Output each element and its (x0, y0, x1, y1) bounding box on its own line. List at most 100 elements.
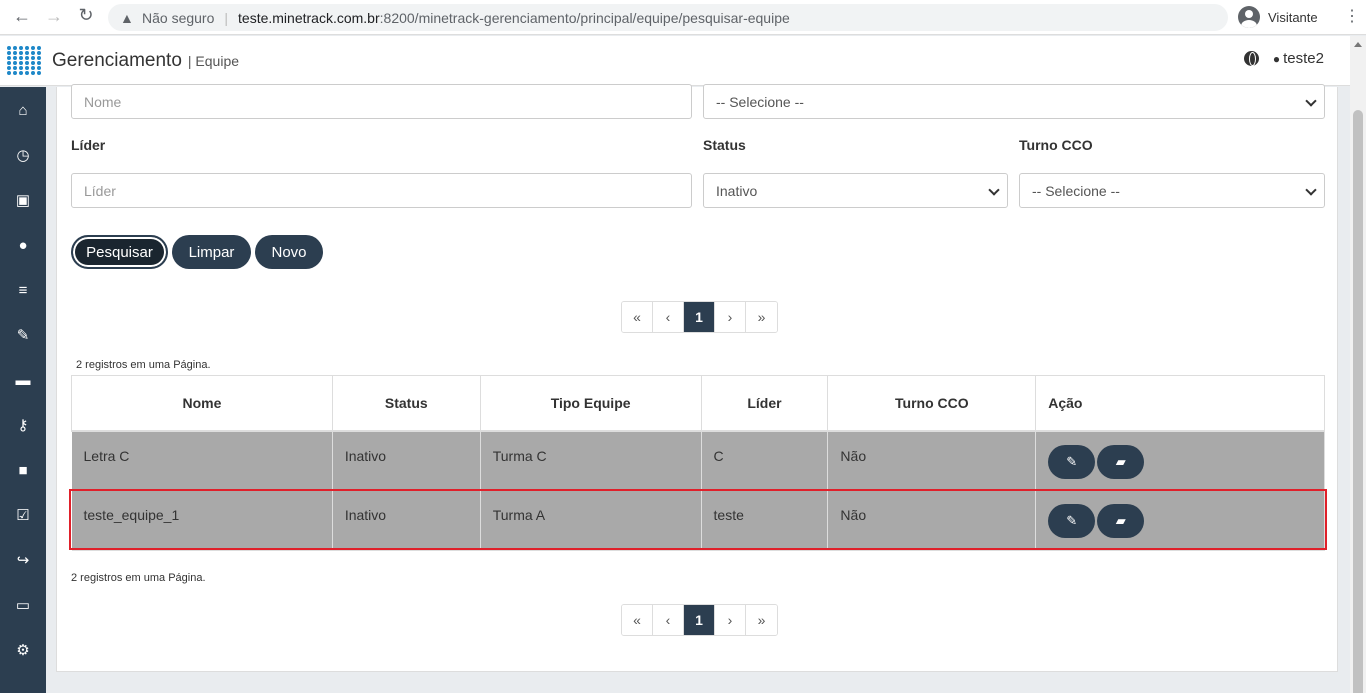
cell-turno: Não (827, 490, 1037, 551)
page-next[interactable]: › (715, 605, 746, 635)
sidebar-item-clock[interactable]: ◷ (0, 140, 46, 170)
cell-turno: Não (827, 430, 1037, 491)
turno-select[interactable]: -- Selecione -- (1019, 173, 1325, 208)
scroll-up-icon[interactable] (1354, 42, 1362, 47)
new-button[interactable]: Novo (255, 235, 323, 269)
address-bar[interactable]: ▲ Não seguro | teste.minetrack.com.br:82… (108, 4, 1228, 31)
user-icon: ● (1272, 51, 1281, 66)
page-subtitle: | Equipe (187, 52, 240, 69)
lock-icon: ■ (18, 461, 28, 479)
key-icon: ⚷ (17, 417, 29, 434)
menu-icon: ≡ (18, 281, 28, 299)
delete-button[interactable]: ▰ (1097, 504, 1145, 538)
edit-button[interactable]: ✎ (1048, 504, 1096, 538)
status-value: Inativo (716, 182, 758, 199)
pencil-icon: ✎ (1066, 453, 1078, 469)
page-prev[interactable]: ‹ (653, 302, 684, 332)
avatar-icon (1238, 6, 1260, 28)
url-path: :8200/minetrack-gerenciamento/principal/… (379, 9, 790, 26)
delete-button[interactable]: ▰ (1097, 444, 1145, 479)
page-title: Gerenciamento (52, 49, 182, 71)
profile-label: Visitante (1268, 9, 1318, 25)
security-status: Não seguro (142, 9, 215, 26)
pencil-icon: ✎ (1066, 513, 1078, 528)
cell-tipo: Turma C (480, 430, 702, 491)
profile-button[interactable]: Visitante (1238, 4, 1326, 30)
eraser-icon: ▰ (1115, 453, 1126, 469)
sidebar-item-settings[interactable]: ⚙ (0, 635, 46, 665)
page-scrollbar[interactable] (1350, 36, 1366, 693)
page-last[interactable]: » (746, 605, 777, 635)
forward-icon[interactable]: → (38, 6, 70, 27)
status-label: Status (703, 137, 746, 153)
sidebar-item-bus[interactable]: ▣ (0, 185, 46, 215)
turno-label: Turno CCO (1019, 137, 1093, 153)
tipo-equipe-select[interactable]: -- Selecione -- (703, 84, 1325, 119)
page-current[interactable]: 1 (684, 302, 715, 332)
back-icon[interactable]: ← (6, 6, 38, 27)
sidebar-item-home[interactable]: ⌂ (0, 95, 46, 125)
bus-icon: ▣ (15, 192, 31, 209)
page-current[interactable]: 1 (684, 605, 715, 635)
user-name[interactable]: teste2 (1283, 50, 1324, 67)
cell-lider: C (701, 430, 829, 491)
page-next[interactable]: › (715, 302, 746, 332)
pagination-top: « ‹ 1 › » (621, 301, 778, 333)
cell-nome: teste_equipe_1 (71, 490, 333, 551)
page-first[interactable]: « (622, 605, 653, 635)
address-separator: | (224, 9, 229, 26)
money-icon: ▭ (15, 597, 31, 614)
sidebar-item-key[interactable]: ⚷ (0, 410, 46, 440)
scroll-thumb[interactable] (1353, 110, 1363, 693)
sidebar-item-archive[interactable]: ▬ (0, 365, 46, 395)
col-acao: Ação (1035, 375, 1325, 432)
sidebar-item-check[interactable]: ☑ (0, 500, 46, 530)
status-select[interactable]: Inativo (703, 173, 1008, 208)
sidebar-item-lock[interactable]: ■ (0, 455, 46, 485)
results-table: Nome Status Tipo Equipe Líder Turno CCO … (71, 375, 1325, 551)
col-nome[interactable]: Nome (71, 375, 333, 432)
search-button[interactable]: Pesquisar (71, 235, 168, 269)
records-count-bottom: 2 registros em uma Página. (71, 572, 206, 584)
page-last[interactable]: » (746, 302, 777, 332)
app-header: Gerenciamento | Equipe ● teste2 (0, 36, 1350, 86)
table-row: teste_equipe_1 Inativo Turma A teste Não… (71, 490, 1325, 551)
eraser-icon: ▰ (1115, 513, 1126, 528)
sidebar-item-user[interactable]: ● (0, 230, 46, 260)
lider-input[interactable]: Líder (71, 173, 692, 208)
sidebar: ⌂ ◷ ▣ ● ≡ ✎ ▬ ⚷ ■ ☑ ↪ ▭ ⚙ (0, 87, 46, 693)
turno-value: -- Selecione -- (1032, 182, 1120, 199)
user-icon: ● (18, 236, 28, 254)
col-turno[interactable]: Turno CCO (827, 375, 1037, 432)
more-menu-icon[interactable]: ⋮ (1344, 6, 1360, 26)
cell-acao: ✎ ▰ (1035, 430, 1325, 491)
clear-button[interactable]: Limpar (172, 235, 251, 269)
browser-toolbar: ← → ↻ ▲ Não seguro | teste.minetrack.com… (0, 0, 1366, 35)
col-tipo[interactable]: Tipo Equipe (480, 375, 702, 432)
col-status[interactable]: Status (332, 375, 481, 432)
sidebar-item-wrench[interactable]: ✎ (0, 320, 46, 350)
reload-icon[interactable]: ↻ (70, 5, 102, 26)
archive-icon: ▬ (15, 371, 31, 389)
cogs-icon: ⚙ (16, 642, 30, 659)
wrench-icon: ✎ (16, 327, 30, 344)
sidebar-item-menu[interactable]: ≡ (0, 275, 46, 305)
sidebar-item-money[interactable]: ▭ (0, 590, 46, 620)
nome-input[interactable]: Nome (71, 84, 692, 119)
cell-status: Inativo (332, 490, 481, 551)
home-icon: ⌂ (18, 101, 28, 119)
edit-button[interactable]: ✎ (1048, 444, 1096, 479)
page-first[interactable]: « (622, 302, 653, 332)
cell-acao: ✎ ▰ (1035, 490, 1325, 551)
clock-icon: ◷ (16, 147, 30, 164)
lider-label: Líder (71, 137, 106, 153)
sidebar-item-share[interactable]: ↪ (0, 545, 46, 575)
search-panel: Nome -- Selecione -- Líder Status Turno … (56, 84, 1338, 672)
cell-tipo: Turma A (480, 490, 702, 551)
logo-icon (5, 42, 43, 80)
url-host: teste.minetrack.com.br (238, 9, 380, 26)
page-prev[interactable]: ‹ (653, 605, 684, 635)
col-lider[interactable]: Líder (701, 375, 829, 432)
globe-icon[interactable] (1243, 51, 1259, 66)
table-header-row: Nome Status Tipo Equipe Líder Turno CCO … (71, 375, 1325, 432)
